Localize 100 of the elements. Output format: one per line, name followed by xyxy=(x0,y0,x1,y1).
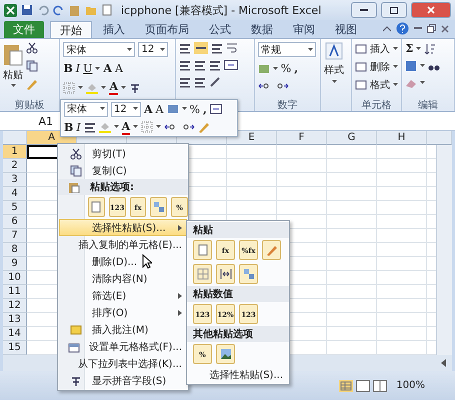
vertical-scrollbar[interactable] xyxy=(436,145,452,355)
cell-icon xyxy=(354,43,367,55)
menu-item[interactable]: 插入批注(M) xyxy=(59,321,187,338)
ribbon-tab[interactable]: 页面布局 xyxy=(136,21,198,38)
name-box[interactable]: A1 xyxy=(0,114,56,128)
ribbon-tab[interactable]: 文件 xyxy=(4,21,44,38)
menu-item[interactable]: 剪切(T) xyxy=(59,145,187,162)
align-bottom-icon xyxy=(211,42,224,54)
number-format-field[interactable]: 常规 xyxy=(258,42,316,57)
comma-button[interactable]: , xyxy=(202,102,207,116)
menu-item[interactable]: 插入复制的单元格(E)... xyxy=(59,236,187,253)
cells-button[interactable]: 删除 xyxy=(370,60,390,74)
note-icon xyxy=(70,324,82,336)
app-icon xyxy=(4,4,17,16)
menu-item[interactable]: 排序(O) xyxy=(59,304,187,321)
row-header[interactable]: 1 xyxy=(3,145,27,159)
row-header[interactable]: 3 xyxy=(3,173,27,187)
row-header[interactable]: 14 xyxy=(3,327,27,341)
styles-button[interactable]: 样式 xyxy=(324,63,344,77)
row-header[interactable]: 2 xyxy=(3,159,27,173)
font-color-button[interactable]: A xyxy=(122,120,130,134)
row-header[interactable]: 15 xyxy=(3,341,27,355)
font-name-field[interactable]: 宋体 xyxy=(63,42,136,57)
grow-font-button[interactable]: A xyxy=(103,62,112,75)
row-header[interactable]: 6 xyxy=(3,215,27,229)
cells-button[interactable]: 格式 xyxy=(370,78,390,92)
row-header[interactable]: 13 xyxy=(3,313,27,327)
menu-item[interactable]: 筛选(E) xyxy=(59,287,187,304)
menu-item[interactable]: 清除内容(N) xyxy=(59,270,187,287)
clipboard-icon xyxy=(68,181,80,193)
cell-icon xyxy=(354,61,367,73)
row-header[interactable]: 9 xyxy=(3,257,27,271)
menu-item[interactable]: 选择性粘贴(S)... xyxy=(188,366,288,383)
menu-item[interactable]: 复制(C) xyxy=(59,162,187,179)
undo-icon xyxy=(37,4,49,16)
transpose-icon xyxy=(242,268,254,280)
minimize-button[interactable] xyxy=(351,2,377,18)
menu-section-header: 粘贴选项: xyxy=(58,179,188,195)
ribbon-tab[interactable]: 数据 xyxy=(242,21,282,38)
row-header[interactable]: 5 xyxy=(3,201,27,215)
italic-button[interactable]: I xyxy=(76,62,80,75)
align-center-icon xyxy=(194,59,206,71)
close-button[interactable] xyxy=(411,2,451,18)
percent-button[interactable]: % xyxy=(190,102,200,116)
ribbon-tab[interactable]: 审阅 xyxy=(284,21,324,38)
paste-option-button[interactable] xyxy=(193,240,212,260)
menu-item[interactable]: 删除(D)... xyxy=(59,253,187,270)
bold-button[interactable]: B xyxy=(64,120,74,134)
shrink-font-button[interactable]: A xyxy=(114,62,123,75)
copy-icon xyxy=(26,60,38,72)
row-header[interactable]: 7 xyxy=(3,229,27,243)
caret-icon xyxy=(392,65,398,69)
align-right-icon xyxy=(209,59,222,71)
row-header[interactable]: 11 xyxy=(3,285,27,299)
grow-font-button[interactable]: A xyxy=(144,102,153,116)
font-size-field[interactable]: 12 xyxy=(111,102,141,116)
column-header[interactable]: H xyxy=(377,131,427,145)
image-icon xyxy=(220,348,232,360)
ribbon-tab[interactable]: 插入 xyxy=(94,21,134,38)
autosum-button[interactable]: Σ xyxy=(405,42,414,55)
font-color-button[interactable]: A xyxy=(109,80,118,95)
paste-option-button[interactable] xyxy=(216,264,235,284)
close-icon xyxy=(441,24,449,32)
row-header[interactable]: 8 xyxy=(3,243,27,257)
paste-option-button[interactable] xyxy=(216,344,235,364)
ribbon-tab[interactable]: 开始 xyxy=(50,21,92,38)
menu-item[interactable]: 显示拼音字段(S) xyxy=(59,372,187,389)
row-header[interactable]: 12 xyxy=(3,299,27,313)
caret-icon xyxy=(392,47,398,51)
clipboard-icon xyxy=(69,4,81,16)
caret-icon xyxy=(101,86,106,90)
bold-button[interactable]: B xyxy=(63,62,73,75)
menu-item[interactable]: 设置单元格格式(F)... xyxy=(59,338,187,355)
column-header[interactable]: G xyxy=(327,131,377,145)
column-header[interactable]: E xyxy=(227,131,277,145)
paste-option-button[interactable] xyxy=(88,197,105,217)
ribbon-tab[interactable]: 视图 xyxy=(326,21,366,38)
normal-view-icon xyxy=(339,380,354,392)
cells-button[interactable]: 插入 xyxy=(370,42,390,56)
font-size-field[interactable]: 12 xyxy=(138,42,168,57)
collapse-ribbon-icon xyxy=(383,26,391,32)
underline-button[interactable]: U xyxy=(83,62,92,75)
shrink-font-button[interactable]: A xyxy=(156,102,164,116)
percent-button[interactable]: % xyxy=(280,62,292,75)
maximize-button[interactable] xyxy=(381,2,407,18)
increase-indent-icon xyxy=(194,76,206,88)
help-icon xyxy=(396,22,409,35)
menu-item[interactable]: 选择性粘贴(S)... xyxy=(59,219,187,236)
document-icon xyxy=(91,201,102,213)
row-header[interactable]: 10 xyxy=(3,271,27,285)
zoom-level[interactable]: 100% xyxy=(396,380,425,391)
maximize-icon xyxy=(390,6,398,14)
row-header[interactable]: 4 xyxy=(3,187,27,201)
font-name-field[interactable]: 宋体 xyxy=(64,102,108,116)
ribbon-tab[interactable]: 公式 xyxy=(200,21,240,38)
paste-button[interactable]: 粘贴 xyxy=(3,68,23,82)
brush-icon xyxy=(266,244,278,256)
italic-button[interactable]: I xyxy=(76,120,81,134)
comma-button[interactable]: , xyxy=(294,62,298,75)
column-header[interactable]: F xyxy=(277,131,327,145)
